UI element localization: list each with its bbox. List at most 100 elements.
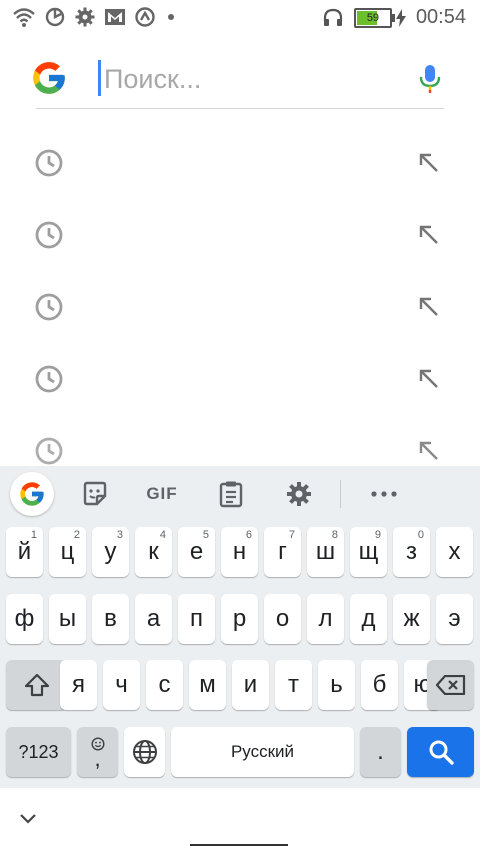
- key-label: ц: [60, 538, 75, 565]
- wifi-icon: [13, 8, 35, 27]
- key-label: ы: [58, 605, 77, 632]
- key-п[interactable]: п: [178, 594, 215, 644]
- search-input[interactable]: [102, 56, 406, 102]
- key-й[interactable]: й1: [6, 527, 43, 577]
- gmail-icon: [105, 9, 125, 25]
- google-g-icon[interactable]: [30, 59, 68, 97]
- toolbar-divider: [340, 480, 341, 508]
- key-hint: 3: [116, 529, 123, 541]
- shift-arrow-icon: [24, 673, 49, 697]
- key-д[interactable]: д: [350, 594, 387, 644]
- key-label: и: [243, 671, 258, 698]
- key-label: ш: [315, 538, 336, 565]
- key-л[interactable]: л: [307, 594, 344, 644]
- charging-bolt-icon: [395, 8, 406, 27]
- microphone-icon[interactable]: [418, 64, 442, 94]
- key-label: щ: [358, 538, 379, 565]
- key-в[interactable]: в: [92, 594, 129, 644]
- suggestion-item[interactable]: [0, 126, 480, 198]
- key-щ[interactable]: щ9: [350, 527, 387, 577]
- key-а[interactable]: а: [135, 594, 172, 644]
- key-label: я: [72, 671, 85, 698]
- key-б[interactable]: б: [361, 660, 398, 710]
- key-ф[interactable]: ф: [6, 594, 43, 644]
- key-label: г: [278, 538, 287, 565]
- key-и[interactable]: и: [232, 660, 269, 710]
- key-к[interactable]: к4: [135, 527, 172, 577]
- suggestion-item[interactable]: [0, 270, 480, 342]
- key-label: л: [318, 605, 333, 632]
- google-g-icon: [20, 482, 44, 506]
- key-label: а: [146, 605, 161, 632]
- key-н[interactable]: н6: [221, 527, 258, 577]
- sync-icon: [135, 7, 155, 27]
- key-с[interactable]: с: [146, 660, 183, 710]
- key-label: э: [448, 605, 461, 632]
- key-м[interactable]: м: [189, 660, 226, 710]
- key-у[interactable]: у3: [92, 527, 129, 577]
- clipboard-button[interactable]: [216, 478, 246, 510]
- key-ш[interactable]: ш8: [307, 527, 344, 577]
- space-key[interactable]: Русский: [171, 727, 354, 777]
- key-е[interactable]: е5: [178, 527, 215, 577]
- keyboard-settings-button[interactable]: [284, 478, 314, 510]
- history-clock-icon: [35, 149, 63, 177]
- key-label: к: [148, 538, 159, 565]
- key-label: е: [189, 538, 204, 565]
- key-label: ф: [14, 605, 35, 632]
- gif-button[interactable]: GIF: [142, 478, 182, 510]
- search-bar[interactable]: [33, 50, 444, 109]
- backspace-key[interactable]: [427, 660, 474, 710]
- arrow-up-left-icon[interactable]: [416, 222, 442, 248]
- comma-label: ,: [94, 746, 101, 771]
- language-key[interactable]: [124, 727, 165, 777]
- symbols-key[interactable]: ?123: [6, 727, 71, 777]
- key-hint: 9: [374, 529, 381, 541]
- space-label: Русский: [230, 742, 295, 761]
- key-label: т: [288, 671, 299, 698]
- key-ц[interactable]: ц2: [49, 527, 86, 577]
- key-ы[interactable]: ы: [49, 594, 86, 644]
- arrow-up-left-icon[interactable]: [416, 366, 442, 392]
- navigation-bar: [0, 788, 480, 854]
- key-label: с: [158, 671, 171, 698]
- keyboard-google-button[interactable]: [10, 472, 54, 516]
- arrow-up-left-icon[interactable]: [416, 150, 442, 176]
- emoji-comma-key[interactable]: ,: [77, 727, 118, 777]
- key-я[interactable]: я: [60, 660, 97, 710]
- battery-icon: 59: [353, 7, 395, 28]
- suggestion-item[interactable]: [0, 342, 480, 414]
- key-х[interactable]: х: [436, 527, 473, 577]
- history-clock-icon: [35, 365, 63, 393]
- key-р[interactable]: р: [221, 594, 258, 644]
- more-button[interactable]: [368, 478, 400, 510]
- headphones-icon: [323, 8, 343, 26]
- arrow-up-left-icon[interactable]: [416, 294, 442, 320]
- key-ч[interactable]: ч: [103, 660, 140, 710]
- arrow-up-left-icon[interactable]: [416, 438, 442, 464]
- key-т[interactable]: т: [275, 660, 312, 710]
- search-submit-key[interactable]: [407, 727, 474, 777]
- key-з[interactable]: з0: [393, 527, 430, 577]
- clipboard-icon: [219, 481, 243, 508]
- key-э[interactable]: э: [436, 594, 473, 644]
- chevron-down-icon[interactable]: [18, 812, 38, 826]
- key-г[interactable]: г7: [264, 527, 301, 577]
- suggestion-item[interactable]: [0, 198, 480, 270]
- clock-time: 00:54: [415, 6, 466, 28]
- key-label: в: [104, 605, 117, 632]
- settings-icon: [75, 7, 95, 27]
- key-hint: 8: [331, 529, 338, 541]
- status-bar: 59 00:54: [0, 0, 480, 36]
- key-ж[interactable]: ж: [393, 594, 430, 644]
- period-key[interactable]: .: [360, 727, 401, 777]
- text-cursor: [98, 60, 101, 96]
- shift-key[interactable]: [6, 660, 67, 710]
- key-ь[interactable]: ь: [318, 660, 355, 710]
- home-gesture-handle[interactable]: [190, 844, 288, 846]
- key-hint: 4: [159, 529, 166, 541]
- sticker-button[interactable]: [80, 478, 110, 510]
- key-label: х: [448, 538, 461, 565]
- period-label: .: [377, 738, 384, 765]
- key-о[interactable]: о: [264, 594, 301, 644]
